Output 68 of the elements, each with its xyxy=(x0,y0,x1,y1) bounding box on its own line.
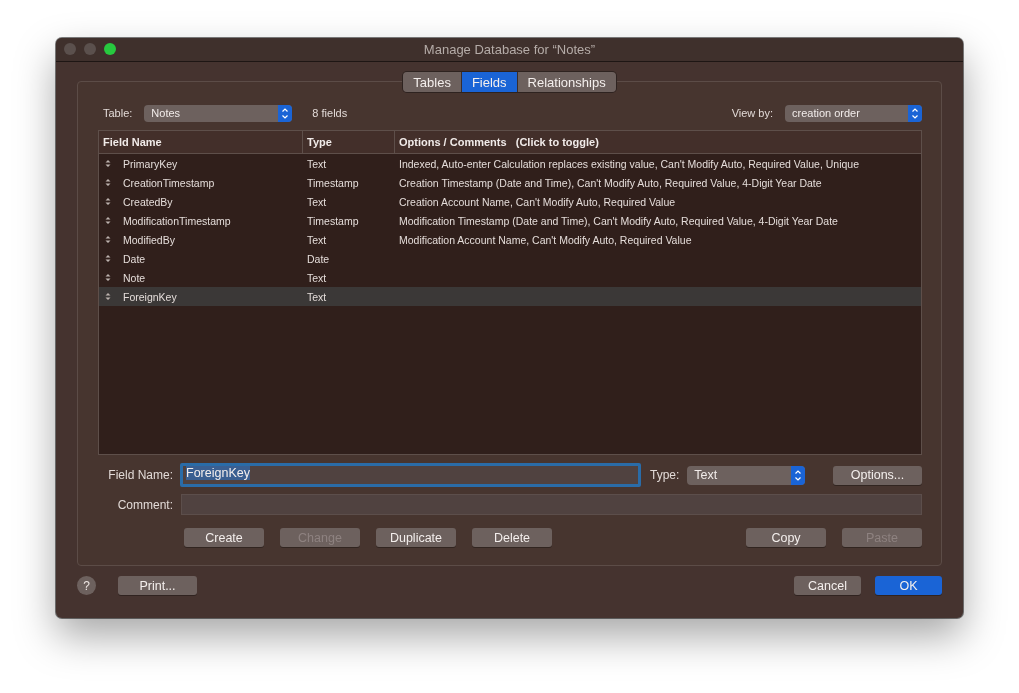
table-cell: CreationTimestamp xyxy=(123,176,215,189)
drag-handle-icon[interactable] xyxy=(104,254,112,263)
field-row[interactable]: ModificationTimestamp Timestamp Modification Timestamp (Date and Time), Can't Modify Auto, Required Value, 4-Digit Year Date xyxy=(99,211,921,230)
field-name-input[interactable]: ForeignKey xyxy=(180,463,641,487)
field-row[interactable]: Note Text xyxy=(99,268,921,287)
table-cell-text: Timestamp xyxy=(306,214,360,227)
action-button[interactable]: Delete xyxy=(472,528,552,547)
action-button[interactable]: Duplicate xyxy=(376,528,456,547)
column-header[interactable]: Type xyxy=(302,131,394,153)
stepper-icon xyxy=(908,104,922,122)
table-cell: PrimaryKey xyxy=(123,157,178,170)
table-cell-text: Text xyxy=(306,290,328,303)
field-row[interactable]: ModifiedBy Text Modification Account Name, Can't Modify Auto, Required Value xyxy=(99,230,921,249)
type-label: Type: xyxy=(650,468,680,482)
table-cell-text: Text xyxy=(306,157,328,170)
view-by-dropdown[interactable]: creation order xyxy=(785,104,922,122)
field-row[interactable]: CreationTimestamp Timestamp Creation Timestamp (Date and Time), Can't Modify Auto, Required Value, 4-Digit Year Date xyxy=(99,173,921,192)
tab[interactable]: Tables xyxy=(403,72,461,92)
table-cell-text: Timestamp xyxy=(306,176,360,189)
comment-label: Comment: xyxy=(116,497,173,512)
table-cell-text: Text xyxy=(306,195,328,208)
table-cell-text: Creation Timestamp (Date and Time), Can't Modify Auto, Required Value, 4-Digit Year Date xyxy=(398,176,823,189)
dialog-button[interactable]: OK xyxy=(875,576,942,595)
field-name-label: Field Name: xyxy=(107,468,173,482)
table-cell-text: Modification Account Name, Can't Modify Auto, Required Value xyxy=(398,233,693,246)
help-button[interactable]: ? xyxy=(77,576,96,595)
field-row[interactable]: PrimaryKey Text Indexed, Auto-enter Calculation replaces existing value, Can't Modify Auto, Required Value, Unique xyxy=(99,154,921,173)
field-row[interactable]: Date Date xyxy=(99,249,921,268)
drag-handle-icon[interactable] xyxy=(104,197,112,206)
table-cell: ModifiedBy xyxy=(123,233,175,246)
table-cell-text: Text xyxy=(306,233,328,246)
drag-handle-icon[interactable] xyxy=(104,273,112,282)
zoom-button[interactable] xyxy=(104,43,116,55)
stepper-icon xyxy=(791,465,806,485)
field-row[interactable]: ForeignKey Text xyxy=(99,287,921,306)
table-cell: Date xyxy=(123,252,146,265)
table-cell-text: Creation Account Name, Can't Modify Auto, Required Value xyxy=(398,195,677,208)
field-count: 8 fields xyxy=(312,107,348,119)
drag-handle-icon[interactable] xyxy=(104,235,112,244)
drag-handle-icon[interactable] xyxy=(104,216,112,225)
table-label: Table: xyxy=(103,107,133,119)
tab[interactable]: Relationships xyxy=(516,72,616,92)
table-dropdown[interactable]: Notes xyxy=(144,104,293,122)
column-header[interactable]: Field Name xyxy=(99,131,302,153)
tab[interactable]: Fields xyxy=(460,72,517,92)
table-cell: CreatedBy xyxy=(123,195,173,208)
stepper-icon xyxy=(278,104,293,122)
view-by-label: View by: xyxy=(731,107,773,119)
action-button[interactable]: Copy xyxy=(746,528,826,547)
drag-handle-icon[interactable] xyxy=(104,292,112,301)
type-dropdown[interactable]: Text xyxy=(687,465,806,485)
drag-handle-icon[interactable] xyxy=(104,159,112,168)
action-button[interactable]: Create xyxy=(184,528,264,547)
table-cell-text: Indexed, Auto-enter Calculation replaces existing value, Can't Modify Auto, Required Value, Unique xyxy=(398,157,860,170)
options-button[interactable]: Options... xyxy=(833,465,922,485)
field-row[interactable]: CreatedBy Text Creation Account Name, Can't Modify Auto, Required Value xyxy=(99,192,921,211)
table-cell: Note xyxy=(123,271,146,284)
column-header[interactable]: Options / Comments (Click to toggle) xyxy=(394,131,921,153)
print-button[interactable]: Print... xyxy=(118,576,197,595)
table-cell: ModificationTimestamp xyxy=(123,214,231,227)
window-title: Manage Database for “Notes” xyxy=(423,42,596,57)
table-cell: ForeignKey xyxy=(123,290,177,303)
dialog-button[interactable]: Cancel xyxy=(794,576,861,595)
drag-handle-icon[interactable] xyxy=(104,178,112,187)
table-cell-text: Text xyxy=(306,271,328,284)
comment-field[interactable] xyxy=(181,494,922,515)
table-cell-text: Date xyxy=(306,252,331,265)
table-cell-text: Modification Timestamp (Date and Time), Can't Modify Auto, Required Value, 4-Digit Year Date xyxy=(398,214,839,227)
